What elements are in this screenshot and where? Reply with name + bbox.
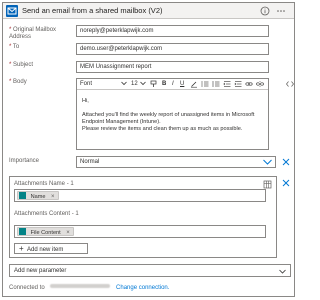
remove-token-icon[interactable]: ×: [66, 230, 70, 236]
required-marker: *: [9, 79, 12, 85]
file-content-token[interactable]: File Content ×: [17, 227, 74, 236]
body-line: Attached you'll find the weekly report o…: [82, 112, 255, 125]
body-label-text: Body: [13, 79, 27, 85]
attachments-array: Attachments Name - 1 Name × Attachments …: [9, 176, 277, 258]
to-label-text: To: [12, 44, 20, 50]
attachments-name-label: Attachments Name - 1: [14, 181, 74, 187]
indent-increase-icon[interactable]: [234, 80, 242, 90]
action-card: Send an email from a shared mailbox (V2)…: [2, 2, 295, 297]
original-mailbox-input[interactable]: noreply@peterklapwijk.com: [76, 25, 269, 37]
sharepoint-icon: [19, 192, 26, 199]
subject-label: * Subject: [9, 62, 33, 69]
font-size-chevron-icon[interactable]: [140, 81, 146, 88]
importance-select[interactable]: Normal: [76, 156, 276, 168]
plus-icon: +: [19, 244, 24, 253]
bold-icon[interactable]: B: [162, 81, 166, 87]
name-token[interactable]: Name ×: [17, 191, 59, 200]
original-mailbox-label: * Original Mailbox Address: [9, 27, 71, 41]
bullet-list-icon[interactable]: [212, 80, 220, 90]
to-input[interactable]: demo.user@peterklapwijk.com: [76, 43, 269, 55]
required-marker: *: [9, 44, 12, 50]
sharepoint-icon: [19, 228, 26, 235]
unlink-icon[interactable]: [256, 80, 264, 90]
required-marker: *: [9, 62, 12, 68]
link-icon[interactable]: [245, 80, 253, 90]
editor-toolbar: Font 12 B I U: [77, 79, 268, 90]
connected-label: Connected to: [9, 285, 45, 291]
remove-importance-icon[interactable]: [282, 158, 290, 166]
body-line: Hi,: [82, 98, 89, 104]
outlook-icon: [6, 5, 18, 17]
font-size-select[interactable]: 12: [131, 81, 138, 87]
body-editor[interactable]: Font 12 B I U Hi, Attached you'll find t…: [76, 78, 269, 150]
add-new-item-label: Add new item: [27, 247, 64, 253]
original-mailbox-label-text: Original Mailbox Address: [9, 27, 57, 40]
code-view-icon[interactable]: [286, 80, 294, 90]
action-header[interactable]: Send an email from a shared mailbox (V2): [3, 3, 294, 19]
underline-icon[interactable]: U: [180, 81, 184, 87]
attachments-content-input[interactable]: File Content ×: [14, 225, 266, 238]
indent-decrease-icon[interactable]: [223, 80, 231, 90]
to-label: * To: [9, 44, 19, 51]
chevron-down-icon[interactable]: [279, 269, 286, 276]
token-label: Name: [30, 194, 46, 200]
remove-attachments-icon[interactable]: [282, 179, 290, 187]
remove-token-icon[interactable]: ×: [51, 194, 55, 200]
info-icon[interactable]: [259, 5, 271, 17]
chevron-down-icon[interactable]: [263, 159, 272, 167]
italic-icon[interactable]: I: [172, 81, 174, 87]
token-label: File Content: [30, 230, 61, 236]
body-label: * Body: [9, 79, 27, 86]
font-select-chevron-icon[interactable]: [121, 81, 127, 88]
paint-icon[interactable]: [150, 80, 158, 90]
numbered-list-icon[interactable]: [201, 80, 209, 90]
body-line: Please review the items and clean them u…: [82, 126, 243, 132]
add-new-item-button[interactable]: + Add new item: [14, 243, 88, 254]
importance-value: Normal: [80, 159, 100, 165]
font-select[interactable]: Font: [80, 81, 92, 87]
subject-label-text: Subject: [13, 62, 34, 68]
connection-footer: Connected to Change connection.: [9, 284, 169, 291]
subject-input[interactable]: MEM Unassignment report: [76, 61, 269, 73]
pen-icon[interactable]: [190, 80, 198, 90]
redacted-account: [50, 284, 111, 288]
action-title: Send an email from a shared mailbox (V2): [22, 6, 163, 15]
change-connection-link[interactable]: Change connection.: [116, 285, 169, 291]
add-parameter-placeholder: Add new parameter: [14, 268, 67, 274]
attachments-name-input[interactable]: Name ×: [14, 189, 266, 202]
body-text[interactable]: Hi, Attached you'll find the weekly repo…: [82, 98, 262, 133]
attachments-content-label: Attachments Content - 1: [14, 211, 79, 217]
importance-label: Importance: [9, 158, 40, 164]
add-parameter-select[interactable]: Add new parameter: [9, 264, 291, 277]
more-options-icon[interactable]: [275, 5, 287, 17]
required-marker: *: [9, 27, 12, 33]
